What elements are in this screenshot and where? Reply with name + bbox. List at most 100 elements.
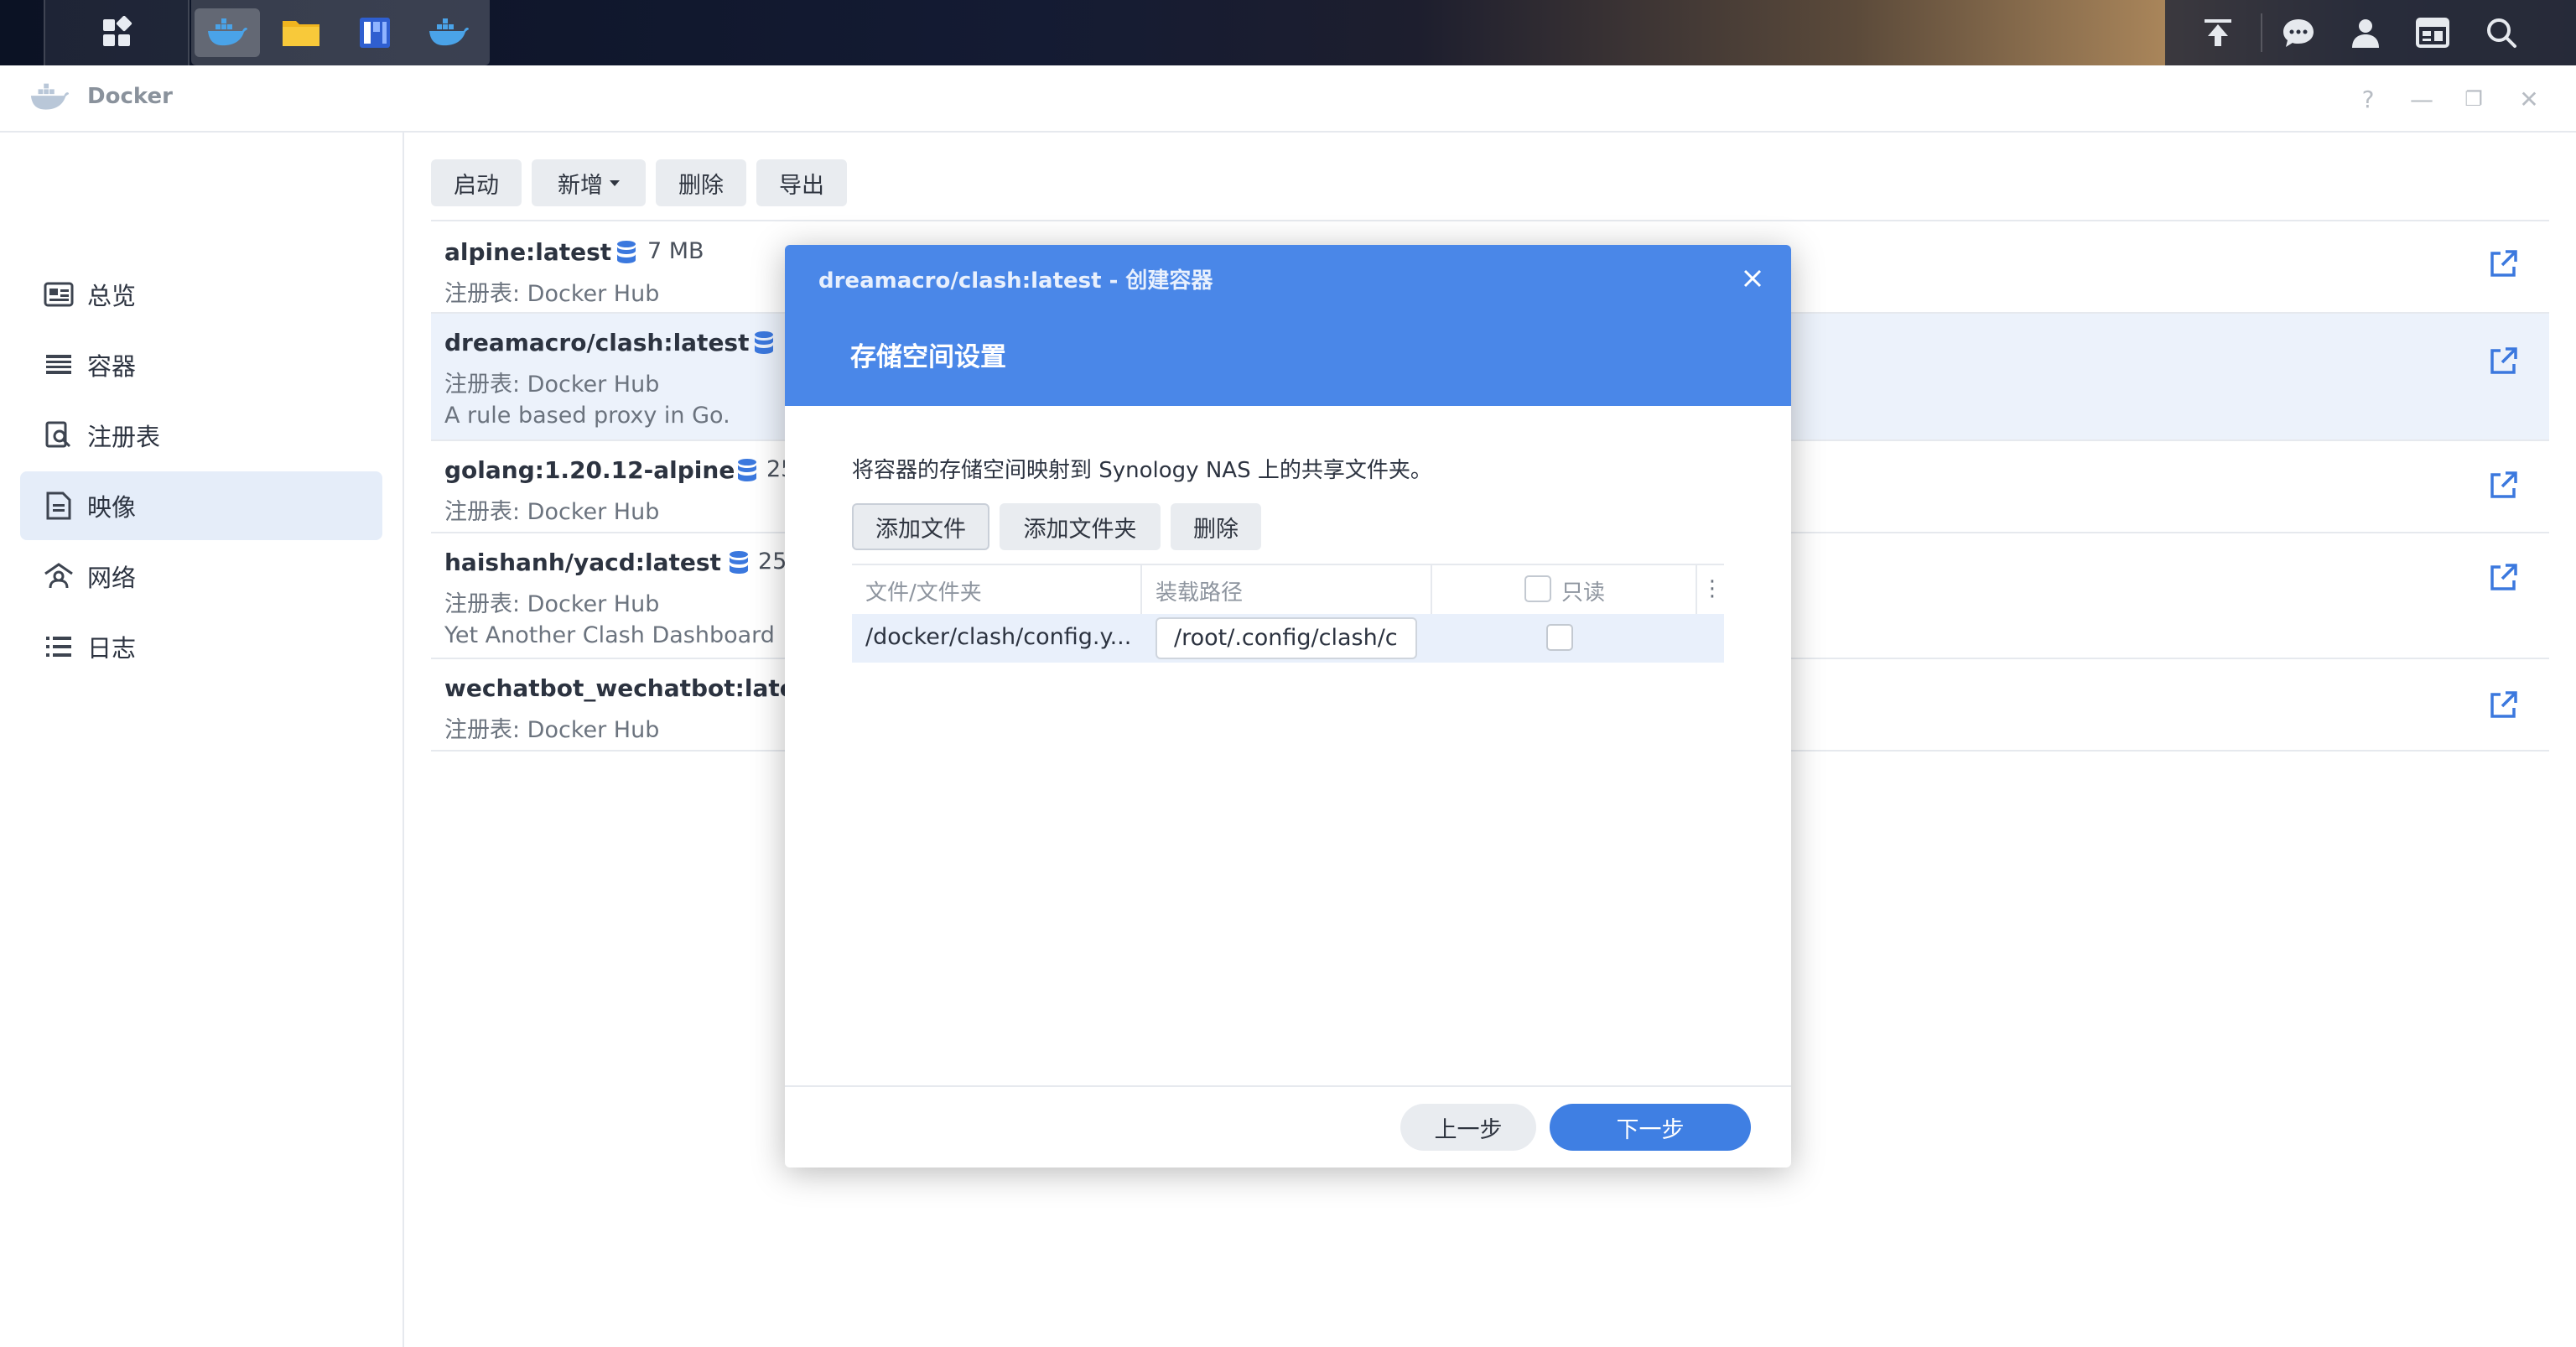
sidebar-item-label: 日志 [87,634,137,663]
close-window-button[interactable]: ✕ [2511,82,2547,116]
previous-button[interactable]: 上一步 [1400,1104,1536,1151]
column-menu-icon[interactable]: ⋮ [1701,570,1724,607]
image-registry: 注册表: Docker Hub [444,499,660,525]
sidebar-item-registry[interactable]: 注册表 [20,401,382,470]
table-row[interactable]: /docker/clash/config.y... /root/.config/… [852,614,1724,663]
open-external-icon[interactable] [2489,689,2519,720]
volume-mapping-table: 文件/文件夹 装载路径 只读 ⋮ /docker/clash/config.y.… [852,564,1724,664]
image-description: A rule based proxy in Go. [444,403,730,429]
open-external-icon[interactable] [2489,346,2519,376]
taskbar-tray [2165,0,2576,65]
database-icon [617,241,636,263]
add-file-button[interactable]: 添加文件 [852,503,989,550]
maximize-button[interactable]: ❐ [2455,82,2492,116]
grid-menu-icon [103,16,132,46]
taskbar [0,0,2576,65]
readonly-checkbox[interactable] [1546,624,1573,651]
mount-path-input[interactable]: /root/.config/clash/c [1156,617,1417,659]
search-icon [2487,18,2516,48]
sidebar-item-label: 总览 [87,282,137,310]
next-button[interactable]: 下一步 [1550,1104,1751,1151]
user-button[interactable] [2333,0,2398,65]
sidebar-item-image[interactable]: 映像 [20,471,382,540]
chat-icon [2283,19,2314,47]
close-icon [1743,269,1762,288]
container-icon [42,348,75,382]
sidebar-item-network[interactable]: 网络 [20,542,382,611]
table-header: 文件/文件夹 装载路径 只读 ⋮ [852,564,1724,616]
dialog-header: dreamacro/clash:latest - 创建容器 存储空间设置 [785,245,1791,406]
file-path-cell: /docker/clash/config.y... [865,624,1132,650]
sidebar-item-log[interactable]: 日志 [20,612,382,681]
previous-label: 上一步 [1434,1116,1503,1143]
image-icon [42,489,75,523]
add-file-label: 添加文件 [875,516,966,543]
taskbar-docker-app[interactable] [195,8,260,57]
add-button[interactable]: 新增 [532,159,646,206]
next-label: 下一步 [1616,1116,1685,1143]
start-button[interactable]: 启动 [431,159,522,206]
dialog-close-button[interactable] [1736,262,1769,295]
database-icon [730,551,748,574]
minimize-button[interactable]: — [2403,82,2440,116]
open-external-icon[interactable] [2489,470,2519,500]
docker-whale-icon [208,18,247,46]
add-button-label: 新增 [558,172,603,199]
add-folder-label: 添加文件夹 [1023,516,1137,543]
image-name: wechatbot_wechatbot:lates [444,674,810,702]
image-name: golang:1.20.12-alpine [444,456,735,484]
export-button[interactable]: 导出 [756,159,847,206]
image-name: alpine:latest [444,238,612,266]
delete-button-label: 删除 [678,172,724,199]
image-size: 7 MB [647,238,704,264]
dialog-title: dreamacro/clash:latest - 创建容器 [818,268,1213,294]
overview-icon [42,278,75,311]
database-icon [755,331,773,354]
taskbar-file-station-app[interactable] [268,8,334,57]
docker-whale-icon [429,18,469,46]
open-external-icon[interactable] [2489,562,2519,592]
chevron-down-icon [610,179,620,186]
sidebar-item-label: 网络 [87,564,137,592]
window-titlebar: Docker ? — ❐ ✕ [0,65,2576,133]
window-title: Docker [87,84,173,109]
help-button[interactable]: ? [2350,82,2386,116]
taskbar-docker-app-2[interactable] [416,8,481,57]
image-name: dreamacro/clash:latest [444,329,750,356]
add-folder-button[interactable]: 添加文件夹 [1000,503,1161,550]
delete-button[interactable]: 删除 [656,159,746,206]
main-menu-button[interactable] [44,0,190,65]
docker-logo-icon [30,83,70,110]
sidebar-item-label: 容器 [87,352,137,381]
sidebar-item-label: 映像 [87,493,137,522]
upload-button[interactable] [2185,0,2251,65]
taskbar-package-app[interactable] [342,8,408,57]
chat-button[interactable] [2266,0,2331,65]
sidebar-item-label: 注册表 [87,423,161,451]
search-button[interactable] [2469,0,2534,65]
upload-icon [2205,19,2231,46]
taskbar-apps [191,0,490,65]
create-container-dialog: dreamacro/clash:latest - 创建容器 存储空间设置 将容器… [785,245,1791,1168]
folder-icon [283,21,319,46]
sidebar-item-container[interactable]: 容器 [20,330,382,399]
readonly-all-checkbox[interactable] [1524,575,1551,602]
sidebar: 总览 容器 注册表 映像 网络 日志 [0,133,404,1347]
open-external-icon[interactable] [2489,248,2519,278]
image-name: haishanh/yacd:latest [444,549,721,576]
export-button-label: 导出 [779,172,824,199]
column-header-file[interactable]: 文件/文件夹 [865,575,982,606]
dialog-delete-label: 删除 [1193,516,1239,543]
start-button-label: 启动 [454,172,499,199]
column-header-readonly: 只读 [1561,580,1606,606]
registry-icon [42,419,75,452]
widgets-icon [2416,18,2449,48]
network-icon [42,559,75,593]
sidebar-item-overview[interactable]: 总览 [20,260,382,329]
image-description: Yet Another Clash Dashboard [444,622,775,648]
image-registry: 注册表: Docker Hub [444,281,660,307]
database-icon [738,459,756,481]
widgets-button[interactable] [2400,0,2465,65]
dialog-delete-button[interactable]: 删除 [1171,503,1261,550]
column-header-mount-path[interactable]: 装载路径 [1156,575,1243,606]
